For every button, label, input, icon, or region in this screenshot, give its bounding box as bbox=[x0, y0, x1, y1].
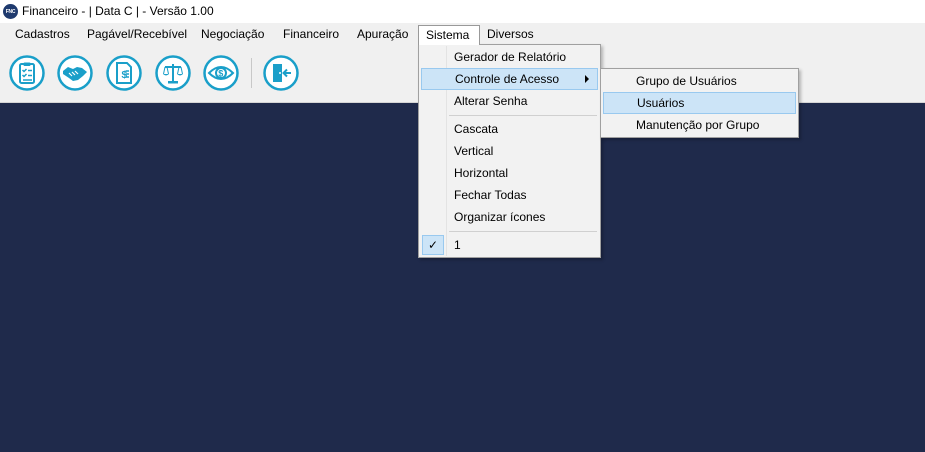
title-bar: FNC Financeiro - | Data C | - Versão 1.0… bbox=[0, 0, 925, 23]
svg-text:$: $ bbox=[218, 69, 223, 79]
menu-financeiro[interactable]: Financeiro bbox=[276, 25, 346, 44]
menu-diversos[interactable]: Diversos bbox=[480, 25, 541, 44]
exit-door-icon[interactable] bbox=[263, 55, 299, 91]
submenu-item-grupo-usuarios[interactable]: Grupo de Usuários bbox=[601, 70, 798, 92]
menu-bar: Cadastros Pagável/Recebível Negociação F… bbox=[0, 23, 925, 45]
submenu-item-manutencao-grupo[interactable]: Manutenção por Grupo bbox=[601, 114, 798, 136]
balance-scale-icon[interactable] bbox=[155, 55, 191, 91]
menu-separator bbox=[449, 231, 597, 232]
clipboard-checklist-icon[interactable] bbox=[9, 55, 45, 91]
app-logo-icon: FNC bbox=[3, 4, 18, 19]
menu-apuracao[interactable]: Apuração bbox=[350, 25, 415, 44]
menu-item-vertical[interactable]: Vertical bbox=[419, 140, 600, 162]
handshake-icon[interactable] bbox=[57, 55, 93, 91]
invoice-dollar-icon[interactable]: $ bbox=[106, 55, 142, 91]
toolbar-separator bbox=[251, 58, 252, 88]
menu-item-gerador-relatorio[interactable]: Gerador de Relatório bbox=[419, 46, 600, 68]
window-title: Financeiro - | Data C | - Versão 1.00 bbox=[22, 4, 214, 18]
checkmark-icon: ✓ bbox=[422, 235, 444, 255]
submenu-item-usuarios[interactable]: Usuários bbox=[603, 92, 796, 114]
money-eye-icon[interactable]: $ bbox=[203, 55, 239, 91]
menu-sistema[interactable]: Sistema bbox=[418, 25, 480, 45]
menu-item-controle-acesso[interactable]: Controle de Acesso bbox=[421, 68, 598, 90]
menu-item-horizontal[interactable]: Horizontal bbox=[419, 162, 600, 184]
menu-separator bbox=[449, 115, 597, 116]
menu-cadastros[interactable]: Cadastros bbox=[8, 25, 77, 44]
menu-item-alterar-senha[interactable]: Alterar Senha bbox=[419, 90, 600, 112]
menu-pagavel-recebivel[interactable]: Pagável/Recebível bbox=[80, 25, 194, 44]
menu-negociacao[interactable]: Negociação bbox=[194, 25, 271, 44]
sistema-dropdown-menu: Gerador de Relatório Controle de Acesso … bbox=[418, 44, 601, 258]
menu-item-fechar-todas[interactable]: Fechar Todas bbox=[419, 184, 600, 206]
menu-item-window-1[interactable]: ✓ 1 bbox=[419, 234, 600, 256]
menu-item-cascata[interactable]: Cascata bbox=[419, 118, 600, 140]
submenu-arrow-icon bbox=[585, 75, 589, 83]
menu-item-organizar-icones[interactable]: Organizar ícones bbox=[419, 206, 600, 228]
controle-acesso-submenu: Grupo de Usuários Usuários Manutenção po… bbox=[600, 68, 799, 138]
